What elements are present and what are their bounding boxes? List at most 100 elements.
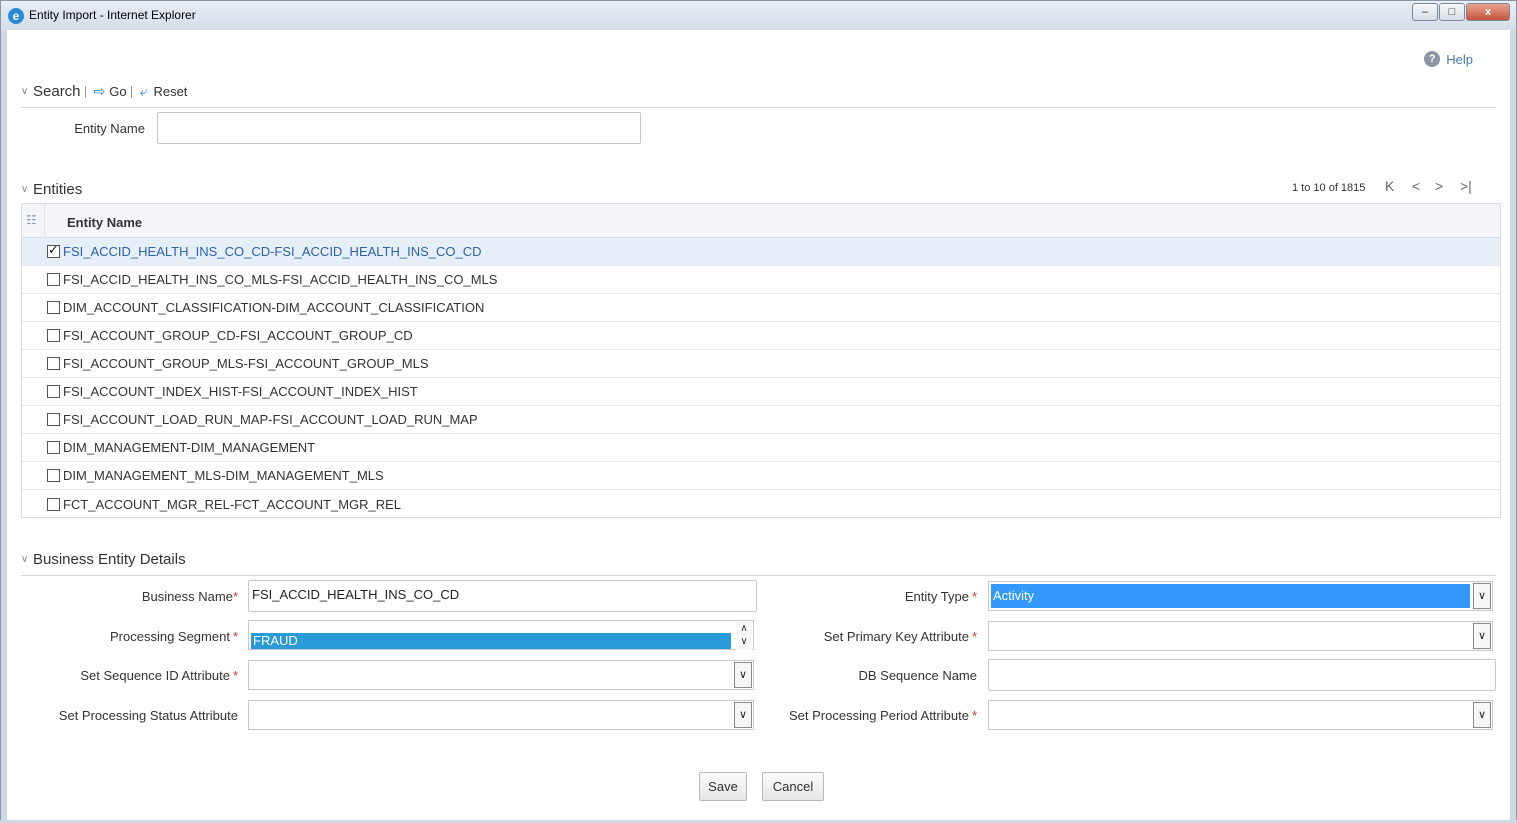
ie-icon: e bbox=[8, 8, 24, 24]
required-marker: * bbox=[971, 629, 977, 644]
help-link[interactable]: ? Help bbox=[1424, 51, 1473, 67]
row-label: DIM_ACCOUNT_CLASSIFICATION-DIM_ACCOUNT_C… bbox=[63, 300, 485, 315]
details-section-header[interactable]: ∨ Business Entity Details bbox=[21, 551, 186, 568]
table-row[interactable]: FSI_ACCID_HEALTH_INS_CO_CD-FSI_ACCID_HEA… bbox=[22, 238, 1500, 266]
chevron-down-icon[interactable]: ∨ bbox=[734, 662, 752, 688]
chevron-down-icon[interactable]: ∨ bbox=[1473, 702, 1491, 728]
row-label: FSI_ACCID_HEALTH_INS_CO_CD-FSI_ACCID_HEA… bbox=[63, 244, 482, 259]
chevron-down-icon[interactable]: ∨ bbox=[1473, 623, 1491, 649]
primary-key-value bbox=[991, 624, 1470, 648]
required-marker: * bbox=[232, 629, 238, 644]
table-row[interactable]: FSI_ACCOUNT_GROUP_CD-FSI_ACCOUNT_GROUP_C… bbox=[22, 322, 1500, 350]
first-page-icon[interactable]: K bbox=[1385, 178, 1394, 194]
table-row[interactable]: FSI_ACCOUNT_LOAD_RUN_MAP-FSI_ACCOUNT_LOA… bbox=[22, 406, 1500, 434]
business-name-input[interactable]: FSI_ACCID_HEALTH_INS_CO_CD bbox=[248, 580, 757, 612]
row-checkbox[interactable] bbox=[47, 385, 60, 398]
reset-icon: ⤶ bbox=[139, 83, 148, 99]
sequence-id-label: Set Sequence ID Attribute * bbox=[40, 668, 238, 683]
hierarchy-icon[interactable]: ☷ bbox=[26, 213, 42, 227]
row-checkbox[interactable] bbox=[47, 301, 60, 314]
chevron-down-icon[interactable]: ∨ bbox=[21, 554, 33, 565]
window-title: Entity Import - Internet Explorer bbox=[29, 8, 196, 22]
search-divider bbox=[21, 107, 1496, 108]
entity-type-label-text: Entity Type bbox=[904, 589, 969, 604]
search-section-title: Search bbox=[33, 83, 81, 100]
reset-button[interactable]: ⤶ Reset bbox=[140, 83, 188, 100]
entity-type-value: Activity bbox=[991, 584, 1470, 608]
table-row[interactable]: FSI_ACCOUNT_GROUP_MLS-FSI_ACCOUNT_GROUP_… bbox=[22, 350, 1500, 378]
row-checkbox[interactable] bbox=[47, 469, 60, 482]
previous-page-icon[interactable]: < bbox=[1412, 178, 1420, 194]
sequence-id-select[interactable]: ∨ bbox=[248, 660, 754, 690]
processing-period-label-text: Set Processing Period Attribute bbox=[789, 708, 969, 723]
cancel-button[interactable]: Cancel bbox=[762, 772, 824, 801]
processing-segment-listbox[interactable]: FRAUD ∧ ∨ bbox=[248, 620, 754, 650]
row-label: FSI_ACCOUNT_GROUP_CD-FSI_ACCOUNT_GROUP_C… bbox=[63, 328, 413, 343]
chevron-down-icon[interactable]: ∨ bbox=[21, 184, 33, 195]
db-sequence-input[interactable] bbox=[988, 659, 1496, 691]
row-label: FSI_ACCOUNT_INDEX_HIST-FSI_ACCOUNT_INDEX… bbox=[63, 384, 418, 399]
row-label: FSI_ACCOUNT_LOAD_RUN_MAP-FSI_ACCOUNT_LOA… bbox=[63, 412, 478, 427]
required-marker: * bbox=[232, 589, 238, 604]
search-section-header[interactable]: ∨ Search ⇨ Go ⤶ Reset bbox=[21, 83, 187, 100]
processing-status-value bbox=[251, 703, 731, 727]
business-name-label: Business Name* bbox=[60, 589, 238, 604]
window-frame-left bbox=[0, 30, 7, 823]
table-row[interactable]: FCT_ACCOUNT_MGR_REL-FCT_ACCOUNT_MGR_REL bbox=[22, 490, 1500, 518]
processing-period-select[interactable]: ∨ bbox=[988, 700, 1493, 730]
sequence-id-label-text: Set Sequence ID Attribute bbox=[80, 668, 230, 683]
chevron-down-icon[interactable]: ∨ bbox=[734, 702, 752, 728]
last-page-icon[interactable]: >| bbox=[1460, 178, 1472, 194]
row-checkbox[interactable] bbox=[47, 357, 60, 370]
row-label: FSI_ACCID_HEALTH_INS_CO_MLS-FSI_ACCID_HE… bbox=[63, 272, 498, 287]
primary-key-select[interactable]: ∨ bbox=[988, 621, 1493, 651]
table-row[interactable]: DIM_ACCOUNT_CLASSIFICATION-DIM_ACCOUNT_C… bbox=[22, 294, 1500, 322]
details-divider bbox=[21, 575, 1496, 576]
chevron-down-icon[interactable]: ∨ bbox=[1473, 583, 1491, 609]
row-label: FCT_ACCOUNT_MGR_REL-FCT_ACCOUNT_MGR_REL bbox=[63, 496, 402, 512]
primary-key-label: Set Primary Key Attribute * bbox=[800, 629, 977, 644]
table-row[interactable]: DIM_MANAGEMENT-DIM_MANAGEMENT bbox=[22, 434, 1500, 462]
primary-key-label-text: Set Primary Key Attribute bbox=[823, 629, 969, 644]
go-button[interactable]: ⇨ Go bbox=[94, 83, 127, 100]
row-label: DIM_MANAGEMENT_MLS-DIM_MANAGEMENT_MLS bbox=[63, 468, 384, 483]
row-checkbox[interactable] bbox=[47, 242, 60, 258]
business-name-label-text: Business Name bbox=[141, 589, 233, 604]
maximize-button[interactable]: □ bbox=[1439, 3, 1465, 21]
window-frame-right bbox=[1510, 30, 1517, 823]
sequence-id-value bbox=[251, 663, 731, 687]
row-checkbox[interactable] bbox=[47, 441, 60, 454]
processing-status-label: Set Processing Status Attribute bbox=[58, 708, 238, 723]
table-row[interactable]: FSI_ACCID_HEALTH_INS_CO_MLS-FSI_ACCID_HE… bbox=[22, 266, 1500, 294]
entities-section-title: Entities bbox=[33, 181, 83, 198]
toolbar-divider bbox=[84, 85, 86, 98]
row-label: FSI_ACCOUNT_GROUP_MLS-FSI_ACCOUNT_GROUP_… bbox=[63, 356, 429, 371]
entities-table: ☷ Entity Name FSI_ACCID_HEALTH_INS_CO_CD… bbox=[21, 203, 1501, 518]
table-row[interactable]: DIM_MANAGEMENT_MLS-DIM_MANAGEMENT_MLS bbox=[22, 462, 1500, 490]
reset-label: Reset bbox=[153, 84, 188, 99]
save-button[interactable]: Save bbox=[699, 772, 747, 801]
entity-type-select[interactable]: Activity ∨ bbox=[988, 581, 1493, 611]
pager-status: 1 to 10 of 1815 bbox=[1292, 182, 1366, 194]
processing-status-select[interactable]: ∨ bbox=[248, 700, 754, 730]
row-checkbox[interactable] bbox=[47, 273, 60, 286]
entity-name-search-input[interactable] bbox=[157, 112, 641, 144]
next-page-icon[interactable]: > bbox=[1435, 178, 1443, 194]
processing-segment-value[interactable]: FRAUD bbox=[251, 633, 731, 649]
header-divider bbox=[44, 204, 45, 238]
table-header: ☷ Entity Name bbox=[22, 204, 1500, 238]
entities-section-header[interactable]: ∨ Entities bbox=[21, 181, 82, 198]
row-checkbox[interactable] bbox=[47, 413, 60, 426]
processing-period-value bbox=[991, 703, 1470, 727]
minimize-button[interactable]: – bbox=[1412, 3, 1438, 21]
row-checkbox[interactable] bbox=[47, 497, 60, 511]
entity-name-column-header[interactable]: Entity Name bbox=[67, 215, 142, 230]
go-arrow-icon: ⇨ bbox=[93, 83, 106, 99]
row-checkbox[interactable] bbox=[47, 329, 60, 342]
chevron-down-icon[interactable]: ∨ bbox=[21, 86, 33, 97]
db-sequence-label: DB Sequence Name bbox=[858, 668, 977, 683]
toolbar-divider bbox=[130, 85, 132, 98]
close-button[interactable]: x bbox=[1466, 3, 1510, 21]
listbox-scroll-arrows[interactable]: ∧ ∨ bbox=[736, 622, 752, 650]
table-row[interactable]: FSI_ACCOUNT_INDEX_HIST-FSI_ACCOUNT_INDEX… bbox=[22, 378, 1500, 406]
